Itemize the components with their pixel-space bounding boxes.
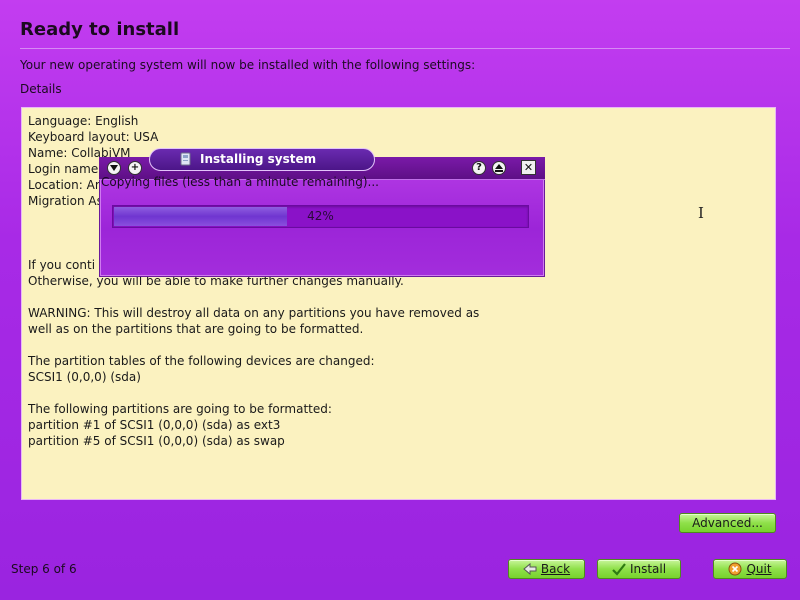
install-button[interactable]: Install <box>597 559 681 579</box>
back-button[interactable]: Back <box>508 559 585 579</box>
details-line <box>28 385 479 401</box>
details-line: Keyboard layout: USA <box>28 130 159 144</box>
back-arrow-icon <box>523 562 537 576</box>
details-line: WARNING: This will destroy all data on a… <box>28 306 480 320</box>
title-divider <box>20 48 790 49</box>
close-icon[interactable]: ✕ <box>521 160 536 175</box>
dialog-status-text: Copying files (less than a minute remain… <box>101 175 379 189</box>
details-line: well as on the partitions that are going… <box>28 322 364 336</box>
details-label: Details <box>20 82 62 96</box>
installing-dialog: + Installing system ? ✕ Copying files (l… <box>99 148 545 277</box>
plus-icon[interactable]: + <box>128 161 142 175</box>
quit-button-label: Quit <box>746 562 772 576</box>
details-line: Language: English <box>28 114 139 128</box>
advanced-button-label: Advanced... <box>692 516 763 530</box>
page-title: Ready to install <box>20 19 180 40</box>
progress-label: 42% <box>307 209 334 223</box>
details-line <box>28 337 479 353</box>
help-icon[interactable]: ? <box>472 161 486 175</box>
progress-bar: 42% <box>112 205 529 228</box>
intro-text: Your new operating system will now be in… <box>20 58 476 72</box>
dialog-title-pill: Installing system <box>149 148 375 171</box>
dialog-title: Installing system <box>200 152 317 166</box>
menu-down-icon[interactable] <box>107 161 121 175</box>
advanced-button[interactable]: Advanced... <box>679 513 776 533</box>
quit-icon <box>728 562 742 576</box>
installer-icon <box>180 152 191 166</box>
details-line: partition #1 of SCSI1 (0,0,0) (sda) as e… <box>28 418 281 432</box>
step-indicator: Step 6 of 6 <box>11 562 77 576</box>
checkmark-icon <box>612 563 626 576</box>
text-cursor-icon: I <box>698 204 704 222</box>
details-line <box>28 289 479 305</box>
install-button-label: Install <box>629 562 667 576</box>
details-line: partition #5 of SCSI1 (0,0,0) (sda) as s… <box>28 434 285 448</box>
shade-icon[interactable] <box>492 161 506 175</box>
back-button-label: Back <box>540 562 571 576</box>
details-line: The partition tables of the following de… <box>28 354 375 368</box>
details-line: The following partitions are going to be… <box>28 402 332 416</box>
quit-button[interactable]: Quit <box>713 559 787 579</box>
details-line: SCSI1 (0,0,0) (sda) <box>28 370 141 384</box>
